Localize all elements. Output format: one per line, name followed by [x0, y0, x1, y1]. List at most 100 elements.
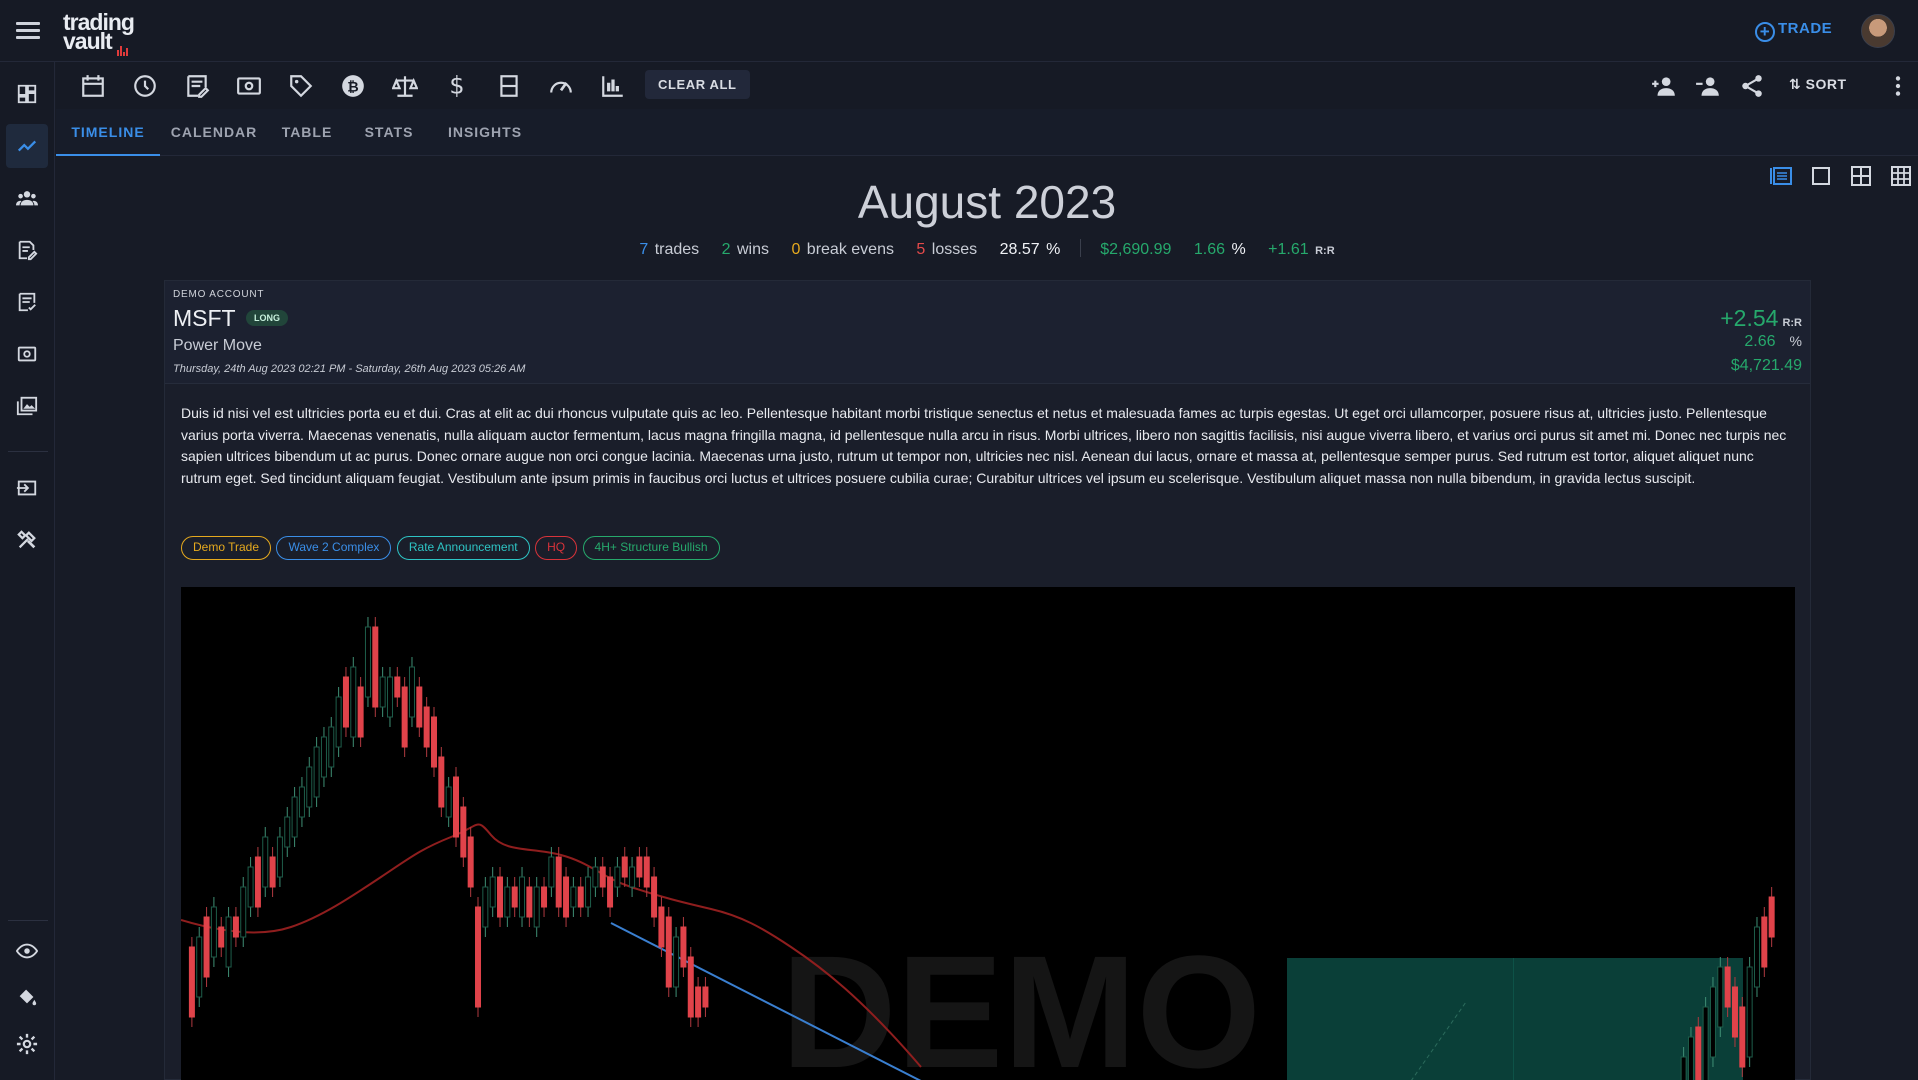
breakeven-count: 0: [791, 241, 801, 258]
sidebar-item-dashboard[interactable]: [6, 72, 48, 116]
eye-icon: [16, 943, 38, 959]
sidebar-item-settings[interactable]: [6, 1022, 48, 1066]
sidebar-item-tools[interactable]: [6, 518, 48, 562]
candle-body: [394, 676, 401, 698]
wins-label: wins: [736, 241, 769, 258]
calendar-icon[interactable]: [78, 71, 108, 101]
dashboard-icon: [17, 84, 37, 104]
sidebar-item-import[interactable]: [6, 466, 48, 510]
add-person-icon[interactable]: [1649, 71, 1679, 101]
rect-icon[interactable]: [494, 71, 524, 101]
candle-body: [247, 866, 254, 908]
sidebar-item-visibility[interactable]: [6, 929, 48, 973]
sidebar-divider: [8, 451, 48, 452]
more-vertical-icon[interactable]: [1883, 71, 1913, 101]
candle-body: [541, 886, 548, 908]
candle-body: [1739, 1006, 1746, 1068]
tab-table[interactable]: TABLE: [268, 109, 346, 156]
candle-body: [372, 626, 379, 708]
cash-icon[interactable]: [234, 71, 264, 101]
filter-toolbar: ₿ $ CLEAR ALL ⇅ SORT: [56, 62, 1918, 109]
clear-all-button[interactable]: CLEAR ALL: [645, 70, 750, 99]
account-label: DEMO ACCOUNT: [173, 289, 265, 300]
speedometer-icon[interactable]: [546, 71, 576, 101]
user-avatar[interactable]: [1861, 14, 1895, 48]
new-trade-button[interactable]: + TRADE: [1755, 20, 1832, 42]
candle-body: [232, 916, 239, 938]
sort-arrows-icon: ⇅: [1789, 76, 1806, 92]
clock-icon[interactable]: [130, 71, 160, 101]
sidebar-item-checklist[interactable]: [6, 280, 48, 324]
candle-body: [548, 856, 555, 888]
tag-4h-structure-bullish[interactable]: 4H+ Structure Bullish: [582, 536, 720, 560]
tag-hq[interactable]: HQ: [535, 536, 578, 560]
sidebar-item-gallery[interactable]: [6, 384, 48, 428]
tab-insights[interactable]: INSIGHTS: [432, 109, 538, 156]
month-return-unit: %: [1231, 241, 1246, 258]
candle-body: [489, 876, 496, 908]
candle-body: [533, 886, 540, 928]
money-icon: [17, 346, 37, 362]
candle-body: [475, 906, 482, 1008]
candle-body: [342, 676, 349, 728]
hamburger-menu-icon[interactable]: [14, 18, 42, 44]
remove-person-icon[interactable]: [1693, 71, 1723, 101]
target-zone-divider: [1513, 958, 1514, 1080]
candle-body: [408, 666, 415, 718]
dollar-icon[interactable]: $: [442, 71, 472, 101]
losses-count: 5: [916, 241, 926, 258]
checklist-icon: [18, 292, 36, 312]
trades-label: trades: [654, 241, 700, 258]
sort-button[interactable]: ⇅ SORT: [1789, 76, 1847, 93]
sidebar-item-timeline[interactable]: [6, 124, 48, 168]
candle-body: [262, 836, 269, 888]
candle-body: [210, 906, 217, 958]
candle-body: [504, 886, 511, 918]
sidebar-item-community[interactable]: [6, 176, 48, 220]
candle-body: [563, 876, 570, 918]
candle-body: [335, 696, 342, 748]
candle-body: [467, 836, 474, 888]
breakeven-label: break evens: [806, 241, 894, 258]
tab-calendar[interactable]: CALENDAR: [160, 109, 268, 156]
bar-chart-icon[interactable]: [598, 71, 628, 101]
candle-body: [1768, 896, 1775, 938]
candle-body: [240, 886, 247, 938]
candle-body: [225, 916, 232, 968]
sidebar-item-theme[interactable]: [6, 975, 48, 1019]
settings-gear-icon: [16, 1033, 38, 1055]
notes-icon[interactable]: [182, 71, 212, 101]
tag-demo-trade[interactable]: Demo Trade: [181, 536, 272, 560]
month-rr: +1.61: [1268, 241, 1309, 258]
candle-body: [607, 876, 614, 908]
tag-rate-announcement[interactable]: Rate Announcement: [396, 536, 530, 560]
trade-card-header: DEMO ACCOUNT MSFT LONG Power Move Thursd…: [165, 281, 1810, 384]
tag-icon[interactable]: [286, 71, 316, 101]
trade-card[interactable]: DEMO ACCOUNT MSFT LONG Power Move Thursd…: [164, 280, 1811, 1080]
share-icon[interactable]: [1737, 71, 1767, 101]
candle-body: [1731, 986, 1738, 1038]
svg-text:$: $: [449, 73, 464, 99]
trade-screenshot[interactable]: DEMO: [181, 587, 1795, 1080]
candle-body: [298, 786, 305, 818]
sidebar-item-journal[interactable]: [6, 228, 48, 272]
candle-body: [1753, 926, 1760, 988]
tools-icon: [17, 530, 36, 549]
trading-vault-logo[interactable]: trading vault: [63, 11, 143, 56]
tag-list: Demo Trade Wave 2 Complex Rate Announcem…: [181, 536, 721, 560]
sidebar-item-accounts[interactable]: [6, 332, 48, 376]
candle-body: [218, 926, 225, 948]
candle-body: [570, 886, 577, 908]
candle-body: [526, 886, 533, 918]
bitcoin-icon[interactable]: ₿: [338, 71, 368, 101]
candle-body: [313, 746, 320, 798]
tab-timeline[interactable]: TIMELINE: [56, 109, 160, 156]
candle-body: [453, 776, 459, 838]
candle-body: [364, 626, 371, 698]
tab-stats[interactable]: STATS: [346, 109, 432, 156]
candle-body: [482, 886, 489, 928]
candle-body: [445, 786, 452, 818]
tag-wave-2-complex[interactable]: Wave 2 Complex: [276, 536, 392, 560]
top-bar: trading vault + TRADE: [0, 0, 1918, 62]
scale-icon[interactable]: [390, 71, 420, 101]
